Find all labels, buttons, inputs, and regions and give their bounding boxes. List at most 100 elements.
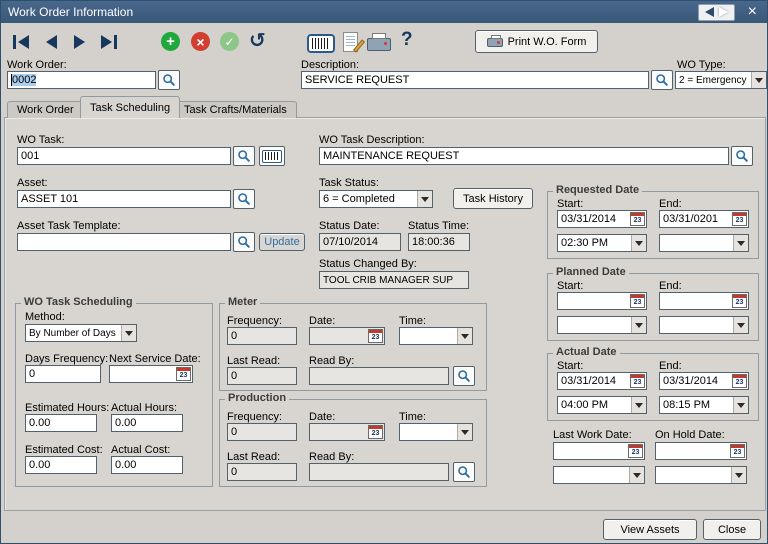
next-record-button[interactable] (74, 34, 85, 49)
planned-end-date-input[interactable]: 23 (659, 292, 749, 310)
days-frequency-input[interactable]: 0 (25, 365, 101, 383)
titlebar-history-nav[interactable] (698, 4, 735, 21)
calendar-button[interactable]: 23 (368, 329, 383, 343)
requested-end-time-select[interactable] (659, 234, 749, 252)
requested-start-time-select[interactable]: 02:30 PM (557, 234, 647, 252)
production-read-by-search-button[interactable] (453, 462, 475, 482)
printer-button[interactable] (367, 38, 391, 51)
notes-button[interactable] (343, 32, 358, 52)
forward-arrow-icon[interactable] (719, 7, 728, 17)
last-record-button[interactable] (101, 34, 117, 49)
delete-record-button[interactable] (191, 32, 210, 51)
actual-start-date-input[interactable]: 03/31/2014 23 (557, 372, 647, 390)
actual-cost-value: 0.00 (115, 459, 136, 471)
chevron-down-icon (733, 235, 748, 251)
estimated-hours-input[interactable]: 0.00 (25, 414, 97, 432)
meter-read-by-search-button[interactable] (453, 366, 475, 386)
wo-task-input[interactable]: 001 (17, 147, 231, 165)
planned-start-time-select[interactable] (557, 316, 647, 334)
last-work-date-input[interactable]: 23 (553, 442, 645, 460)
meter-time-select[interactable] (399, 327, 473, 345)
calendar-button[interactable]: 23 (732, 212, 747, 226)
previous-record-button[interactable] (46, 34, 57, 49)
asset-search-button[interactable] (233, 189, 255, 209)
actual-date-group-title: Actual Date (553, 346, 620, 358)
asset-value: ASSET 101 (21, 193, 78, 205)
planned-start-date-input[interactable]: 23 (557, 292, 647, 310)
wo-task-barcode-button[interactable] (259, 146, 285, 166)
help-button[interactable] (401, 29, 413, 51)
asset-label: Asset: (17, 177, 48, 189)
description-search-button[interactable] (651, 70, 673, 90)
actual-hours-input[interactable]: 0.00 (111, 414, 183, 432)
on-hold-time-select[interactable] (655, 466, 747, 484)
actual-start-time-select[interactable]: 04:00 PM (557, 396, 647, 414)
calendar-button[interactable]: 23 (732, 374, 747, 388)
tab-task-scheduling[interactable]: Task Scheduling (80, 96, 180, 118)
meter-date-input[interactable]: 23 (309, 327, 385, 345)
chevron-down-icon (629, 467, 644, 483)
first-record-button[interactable] (13, 34, 29, 49)
status-date-label: Status Date: (319, 220, 380, 232)
asset-task-template-search-button[interactable] (233, 232, 255, 252)
tab-task-crafts-materials[interactable]: Task Crafts/Materials (174, 101, 297, 118)
tab-work-order[interactable]: Work Order (7, 101, 84, 118)
print-form-led-icon (497, 41, 500, 44)
calendar-button[interactable]: 23 (630, 212, 645, 226)
wo-task-description-search-button[interactable] (731, 146, 753, 166)
tab-work-order-label: Work Order (17, 104, 74, 116)
save-record-button[interactable] (220, 32, 239, 51)
update-button[interactable]: Update (259, 233, 305, 251)
work-order-input[interactable]: 0002 (7, 71, 156, 89)
method-select[interactable]: By Number of Days (25, 324, 137, 342)
production-last-read-value: 0 (231, 466, 237, 478)
next-service-date-input[interactable]: 23 (109, 365, 193, 383)
close-icon[interactable] (745, 4, 760, 20)
actual-cost-input[interactable]: 0.00 (111, 456, 183, 474)
chevron-down-icon (121, 325, 136, 341)
planned-end-label: End: (659, 280, 682, 292)
task-status-value: 6 = Completed (323, 193, 395, 205)
chevron-down-icon (631, 317, 646, 333)
on-hold-date-input[interactable]: 23 (655, 442, 747, 460)
title-bar[interactable]: Work Order Information (1, 1, 767, 23)
calendar-button[interactable]: 23 (176, 367, 191, 381)
history-button[interactable] (249, 28, 266, 53)
search-icon (457, 465, 471, 479)
pencil-icon (353, 39, 365, 52)
wo-type-select[interactable]: 2 = Emergency (675, 71, 767, 89)
calendar-button[interactable]: 23 (630, 294, 645, 308)
work-order-value: 0002 (12, 74, 36, 86)
work-order-search-button[interactable] (158, 70, 180, 90)
asset-input[interactable]: ASSET 101 (17, 190, 231, 208)
chevron-down-icon (457, 328, 472, 344)
estimated-cost-input[interactable]: 0.00 (25, 456, 97, 474)
calendar-button[interactable]: 23 (368, 425, 383, 439)
update-label: Update (264, 236, 299, 248)
requested-end-date-input[interactable]: 03/31/0201 23 (659, 210, 749, 228)
last-work-time-select[interactable] (553, 466, 645, 484)
description-input[interactable]: SERVICE REQUEST (301, 71, 649, 89)
actual-end-date-input[interactable]: 03/31/2014 23 (659, 372, 749, 390)
production-date-input[interactable]: 23 (309, 423, 385, 441)
view-assets-button[interactable]: View Assets (603, 519, 697, 540)
production-time-select[interactable] (399, 423, 473, 441)
wo-task-search-button[interactable] (233, 146, 255, 166)
calendar-button[interactable]: 23 (628, 444, 643, 458)
barcode-button[interactable] (307, 34, 335, 53)
wo-task-description-input[interactable]: MAINTENANCE REQUEST (319, 147, 729, 165)
calendar-button[interactable]: 23 (730, 444, 745, 458)
back-arrow-icon[interactable] (705, 7, 714, 17)
task-history-button[interactable]: Task History (453, 188, 533, 209)
asset-task-template-input[interactable] (17, 233, 231, 251)
planned-end-time-select[interactable] (659, 316, 749, 334)
calendar-day: 23 (733, 216, 746, 225)
add-record-button[interactable] (161, 32, 180, 51)
calendar-button[interactable]: 23 (630, 374, 645, 388)
close-button[interactable]: Close (703, 519, 761, 540)
calendar-button[interactable]: 23 (732, 294, 747, 308)
actual-end-time-select[interactable]: 08:15 PM (659, 396, 749, 414)
requested-start-date-input[interactable]: 03/31/2014 23 (557, 210, 647, 228)
task-status-select[interactable]: 6 = Completed (319, 190, 433, 208)
print-wo-form-button[interactable]: Print W.O. Form (475, 30, 598, 53)
